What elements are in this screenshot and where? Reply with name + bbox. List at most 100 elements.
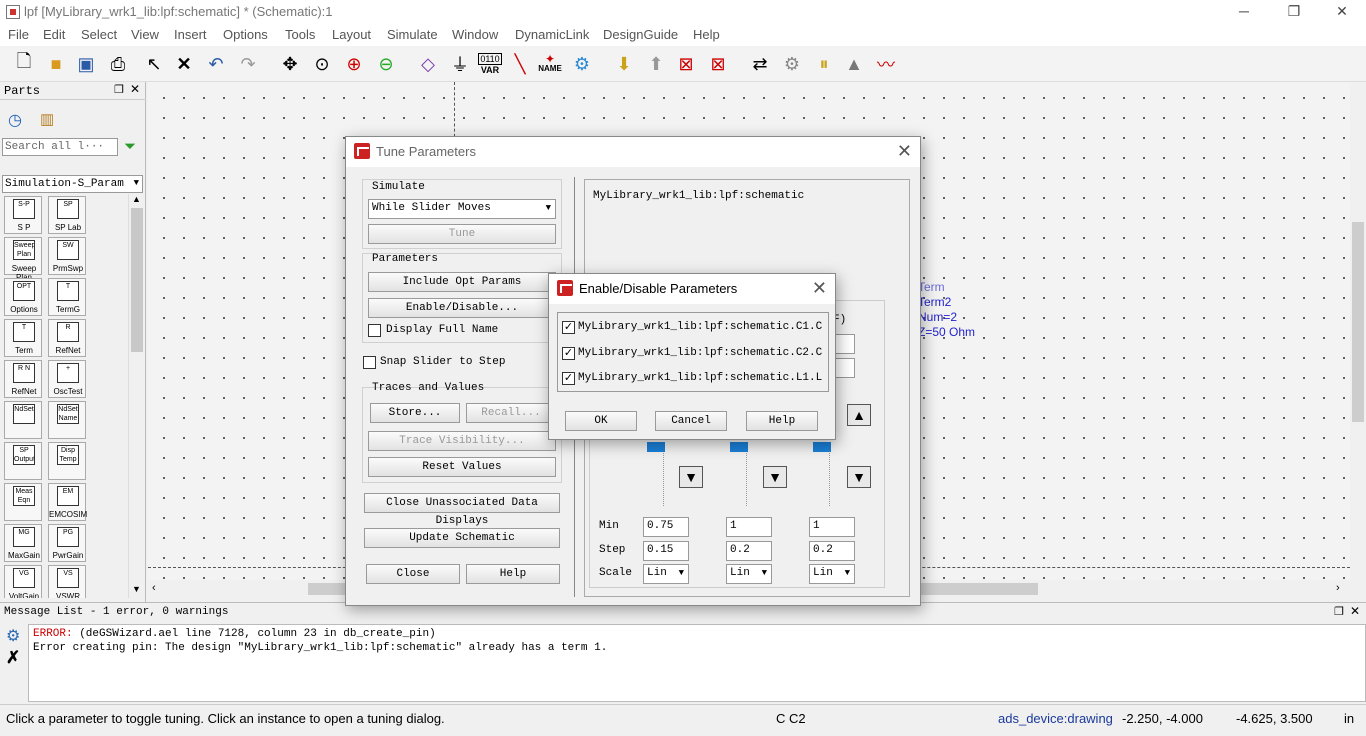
close-icon[interactable]: ✕ [812, 278, 827, 299]
simulate-mode-select[interactable]: While Slider Moves ▼ [368, 199, 556, 219]
reset-values-button[interactable]: Reset Values [368, 457, 556, 477]
new-file-icon[interactable]: 🗋 [10, 50, 38, 78]
trace-visibility-button[interactable]: Trace Visibility... [368, 431, 556, 451]
menu-file[interactable]: File [8, 26, 29, 43]
settings-icon[interactable]: ⚙ [778, 50, 806, 78]
include-opt-params-button[interactable]: Include Opt Params [368, 272, 556, 292]
data-display-icon[interactable]: 〰 [872, 50, 900, 78]
close-unassociated-button[interactable]: Close Unassociated Data Displays [364, 493, 560, 527]
tune-button[interactable]: Tune [368, 224, 556, 244]
part-item[interactable]: MG MaxGain [4, 524, 42, 562]
part-item[interactable]: VS VSWR [48, 565, 86, 598]
menu-options[interactable]: Options [223, 26, 268, 43]
wire-icon[interactable]: ╲ [506, 50, 534, 78]
ok-button[interactable]: OK [565, 411, 637, 431]
cancel-button[interactable]: Cancel [655, 411, 727, 431]
scale-select-c1[interactable]: Lin ▼ [643, 564, 689, 584]
activate-icon[interactable]: ⊠ [704, 50, 732, 78]
help-button[interactable]: Help [746, 411, 818, 431]
menu-tools[interactable]: Tools [285, 26, 315, 43]
select-pointer-icon[interactable]: ↖ [140, 50, 168, 78]
history-icon[interactable]: ◷ [8, 110, 22, 130]
status-layer[interactable]: ads_device:drawing [998, 711, 1113, 726]
undock-icon[interactable]: ❐ [1334, 605, 1344, 618]
panel-close-icon[interactable]: ✕ [1350, 604, 1360, 618]
simulate-icon[interactable]: ⚙ [568, 50, 596, 78]
zoom-area-icon[interactable]: ⊙ [308, 50, 336, 78]
menu-edit[interactable]: Edit [43, 26, 65, 43]
undo-icon[interactable]: ↶ [202, 50, 230, 78]
part-item[interactable]: T Term [4, 319, 42, 357]
param-checkbox-c1[interactable]: ✓ [562, 321, 575, 334]
scroll-right-icon[interactable]: › [1336, 582, 1340, 594]
port-icon[interactable]: ◇ [414, 50, 442, 78]
open-folder-icon[interactable]: ■ [42, 50, 70, 78]
param-checkbox-l1[interactable]: ✓ [562, 372, 575, 385]
zoom-in-icon[interactable]: ⊕ [340, 50, 368, 78]
part-item[interactable]: SP SP Lab [48, 196, 86, 234]
minimize-button[interactable]: ─ [1234, 2, 1254, 20]
part-item[interactable]: S-P S P [4, 196, 42, 234]
part-item[interactable]: T TermG [48, 278, 86, 316]
min-field-l1[interactable]: 1 [809, 517, 855, 537]
help-button[interactable]: Help [466, 564, 560, 584]
part-item[interactable]: Meas Eqn [4, 483, 42, 521]
menu-window[interactable]: Window [452, 26, 498, 43]
redo-icon[interactable]: ↷ [234, 50, 262, 78]
part-item[interactable]: Disp Temp [48, 442, 86, 480]
part-item[interactable]: OPT Options [4, 278, 42, 316]
close-icon[interactable]: ✕ [897, 141, 912, 162]
part-item[interactable]: R N RefNet [4, 360, 42, 398]
menu-help[interactable]: Help [693, 26, 720, 43]
save-icon[interactable]: ▣ [72, 50, 100, 78]
canvas-vscroll-thumb[interactable] [1352, 222, 1364, 422]
scale-select-c2[interactable]: Lin ▼ [726, 564, 772, 584]
min-field-c2[interactable]: 1 [726, 517, 772, 537]
var-equation-icon[interactable]: 0110 VAR [476, 50, 504, 78]
part-item[interactable]: NdSet Name [48, 401, 86, 439]
param-checkbox-c2[interactable]: ✓ [562, 347, 575, 360]
parts-scrollbar[interactable]: ▲ ▼ [128, 194, 144, 598]
scroll-up-icon[interactable]: ▲ [132, 194, 141, 204]
menu-select[interactable]: Select [81, 26, 117, 43]
update-schematic-button[interactable]: Update Schematic [364, 528, 560, 548]
enable-disable-button[interactable]: Enable/Disable... [368, 298, 556, 318]
library-icon[interactable]: ▥ [40, 110, 54, 128]
generate-icon[interactable]: ⇄ [746, 50, 774, 78]
canvas-vertical-scrollbar[interactable] [1350, 82, 1366, 580]
step-field-l1[interactable]: 0.2 [809, 541, 855, 561]
move-icon[interactable]: ✥ [276, 50, 304, 78]
scroll-left-icon[interactable]: ‹ [152, 582, 156, 594]
library-select[interactable]: Simulation-S_Param ▼ [2, 175, 143, 193]
scale-select-l1[interactable]: Lin ▼ [809, 564, 855, 584]
recall-button[interactable]: Recall... [466, 403, 556, 423]
close-button[interactable]: Close [366, 564, 460, 584]
tune-icon[interactable]: ⏸ [810, 50, 838, 78]
menu-insert[interactable]: Insert [174, 26, 207, 43]
menu-view[interactable]: View [131, 26, 159, 43]
menu-simulate[interactable]: Simulate [387, 26, 438, 43]
term2-annotation[interactable]: Term Term2 Num=2 Z=50 Ohm [918, 280, 975, 340]
message-settings-icon[interactable]: ⚙ [6, 626, 20, 646]
snap-slider-checkbox[interactable] [363, 356, 376, 369]
menu-dynamiclink[interactable]: DynamicLink [515, 26, 589, 43]
part-item[interactable]: NdSet [4, 401, 42, 439]
part-item[interactable]: PG PwrGain [48, 524, 86, 562]
message-list-area[interactable]: ERROR: (deGSWizard.ael line 7128, column… [28, 624, 1366, 702]
step-field-c2[interactable]: 0.2 [726, 541, 772, 561]
menu-layout[interactable]: Layout [332, 26, 371, 43]
store-button[interactable]: Store... [370, 403, 460, 423]
close-window-button[interactable]: ✕ [1332, 2, 1352, 20]
parts-scroll-thumb[interactable] [131, 208, 143, 352]
push-into-icon[interactable]: ⬇ [610, 50, 638, 78]
part-item[interactable]: EM EMCOSIM [48, 483, 87, 521]
part-item[interactable]: R RefNet [48, 319, 86, 357]
ground-icon[interactable]: ⏚ [446, 50, 474, 78]
step-field-c1[interactable]: 0.15 [643, 541, 689, 561]
min-field-c1[interactable]: 0.75 [643, 517, 689, 537]
clear-messages-icon[interactable]: ✗ [6, 648, 20, 668]
part-item[interactable]: Sweep PlanSweep Plan [4, 237, 42, 282]
menu-designguide[interactable]: DesignGuide [603, 26, 678, 43]
pop-out-icon[interactable]: ⬆ [642, 50, 670, 78]
part-item[interactable]: SP Output [4, 442, 42, 480]
